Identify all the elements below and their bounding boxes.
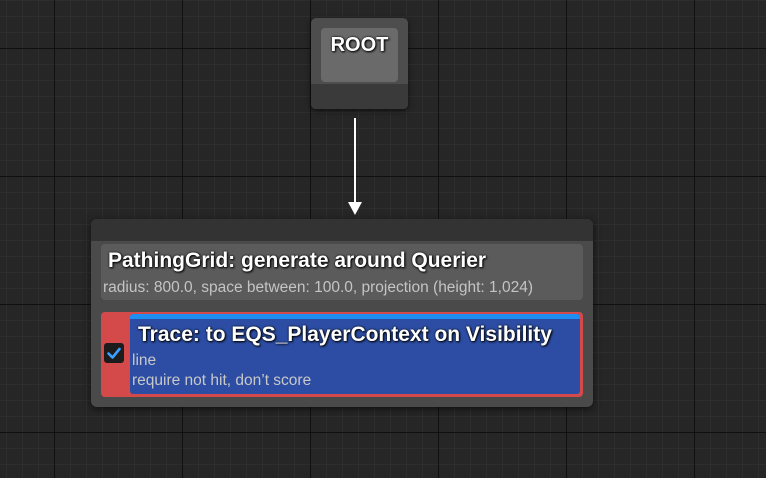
connection-wire <box>348 118 362 215</box>
root-node-output-pin[interactable] <box>311 84 408 109</box>
root-node[interactable]: ROOT <box>311 18 408 109</box>
generator-node-title: PathingGrid: generate around Querier <box>108 249 487 272</box>
generator-node[interactable]: PathingGrid: generate around Querier rad… <box>91 219 593 407</box>
test-node[interactable]: Trace: to EQS_PlayerContext on Visibilit… <box>101 312 583 397</box>
test-node-body[interactable]: Trace: to EQS_PlayerContext on Visibilit… <box>130 314 580 394</box>
test-node-title: Trace: to EQS_PlayerContext on Visibilit… <box>138 323 552 346</box>
test-node-detail-mode: line <box>132 352 157 369</box>
test-node-detail-filter: require not hit, don’t score <box>132 372 312 389</box>
generator-node-description: radius: 800.0, space between: 100.0, pro… <box>103 279 533 296</box>
test-enabled-checkbox[interactable] <box>104 343 124 363</box>
arrow-down-icon <box>348 202 362 215</box>
generator-node-input-pin[interactable] <box>91 219 593 241</box>
generator-node-header[interactable]: PathingGrid: generate around Querier rad… <box>101 244 583 300</box>
root-node-title: ROOT <box>330 34 389 56</box>
check-icon <box>107 347 121 359</box>
